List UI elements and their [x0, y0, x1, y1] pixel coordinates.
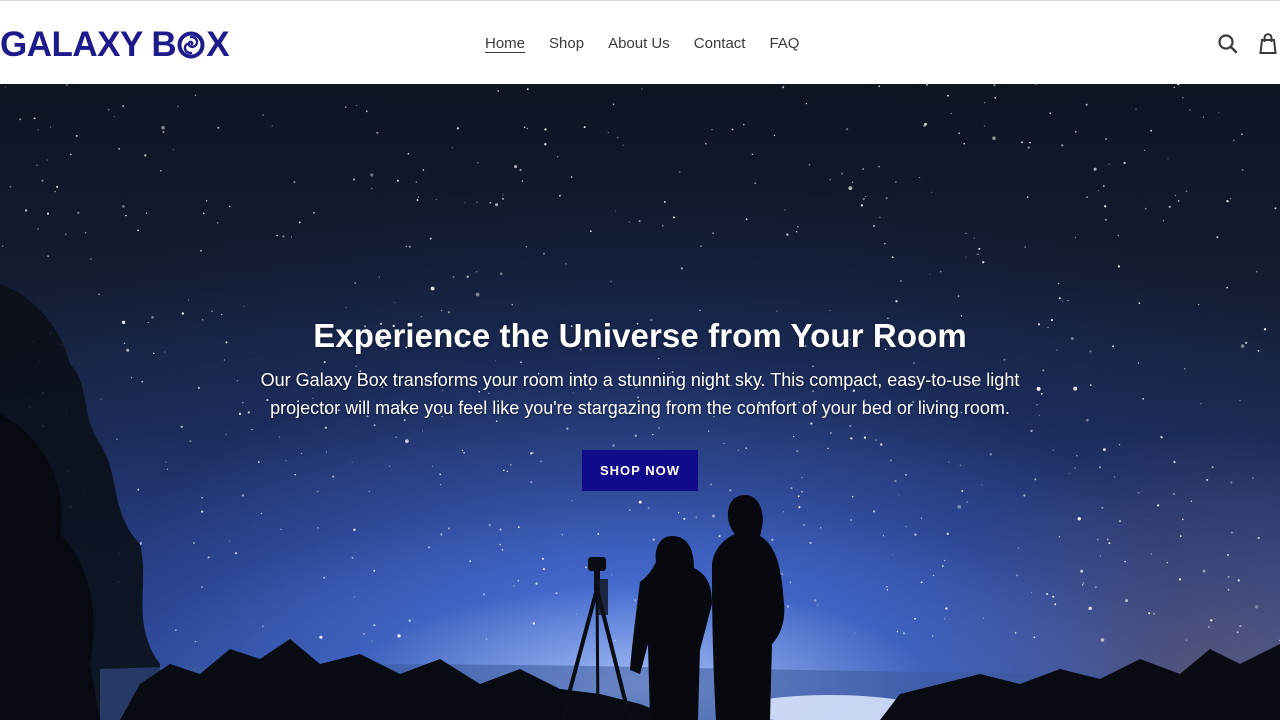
shop-now-button[interactable]: SHOP NOW	[582, 450, 698, 491]
nav-shop[interactable]: Shop	[549, 34, 584, 54]
nav-about-us[interactable]: About Us	[608, 34, 670, 54]
hero-banner: Experience the Universe from Your Room O…	[0, 84, 1280, 720]
hero-content: Experience the Universe from Your Room O…	[0, 316, 1280, 491]
cart-icon[interactable]	[1256, 31, 1280, 57]
logo-text-end: X	[206, 25, 230, 64]
nav-home[interactable]: Home	[485, 34, 525, 54]
logo-text: GALAXY B	[0, 25, 177, 64]
header-icons	[1210, 31, 1280, 57]
nav-faq[interactable]: FAQ	[769, 34, 799, 54]
galaxy-swirl-icon	[177, 31, 205, 59]
hero-subtitle: Our Galaxy Box transforms your room into…	[260, 370, 1020, 418]
brand-logo[interactable]: GALAXY B X	[0, 25, 230, 65]
site-header: GALAXY B X Home Shop About Us Contact FA…	[0, 0, 1280, 84]
search-icon[interactable]	[1216, 31, 1240, 57]
hero-title: Experience the Universe from Your Room	[313, 317, 967, 354]
main-nav: Home Shop About Us Contact FAQ	[485, 33, 799, 55]
nav-contact[interactable]: Contact	[694, 34, 746, 54]
